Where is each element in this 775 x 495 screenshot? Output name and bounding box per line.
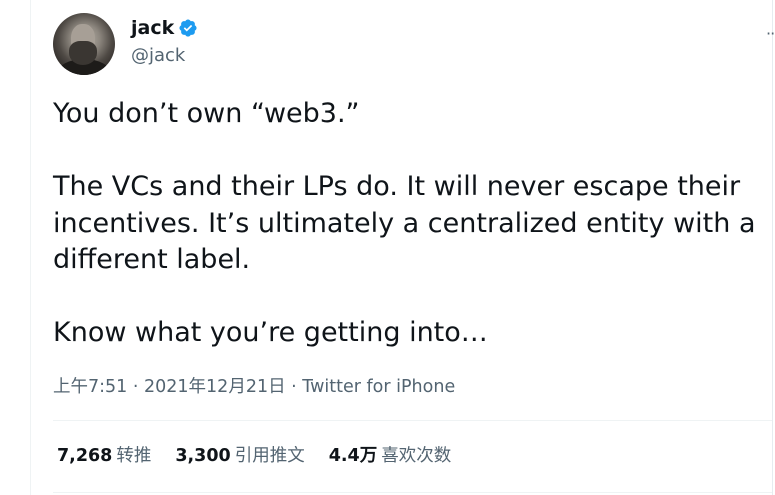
meta-separator: ·	[285, 377, 303, 397]
stat-count: 4.4万	[328, 446, 378, 466]
divider	[53, 420, 772, 421]
tweet-source[interactable]: Twitter for iPhone	[302, 377, 455, 397]
tweet-meta: 上午7:51 · 2021年12月21日 · Twitter for iPhon…	[53, 376, 455, 398]
avatar-beard	[69, 41, 97, 65]
avatar[interactable]	[53, 13, 115, 75]
stat-label: 转推	[116, 446, 152, 466]
stat-retweets[interactable]: 7,268 转推	[57, 444, 151, 468]
divider	[53, 492, 772, 493]
meta-separator: ·	[127, 377, 145, 397]
tweet-time[interactable]: 上午7:51	[53, 377, 127, 397]
verified-badge-icon	[179, 19, 197, 37]
more-options-icon[interactable]: ···	[766, 24, 775, 43]
stat-label: 引用推文	[234, 446, 305, 466]
column-right-border	[772, 0, 773, 495]
author-handle[interactable]: @jack	[131, 44, 185, 68]
stat-label: 喜欢次数	[381, 446, 452, 466]
stat-likes[interactable]: 4.4万 喜欢次数	[329, 444, 452, 468]
tweet-stats: 7,268 转推 3,300 引用推文 4.4万 喜欢次数	[57, 444, 475, 468]
tweet-date[interactable]: 2021年12月21日	[144, 377, 286, 397]
column-left-border	[30, 0, 31, 495]
author-name-row[interactable]: jack	[131, 16, 198, 40]
tweet-text: You don’t own “web3.” The VCs and their …	[53, 98, 756, 348]
author-display-name[interactable]: jack	[131, 16, 174, 40]
stat-count: 3,300	[175, 446, 231, 466]
stat-count: 7,268	[57, 446, 113, 466]
stat-quote-tweets[interactable]: 3,300 引用推文	[175, 444, 304, 468]
